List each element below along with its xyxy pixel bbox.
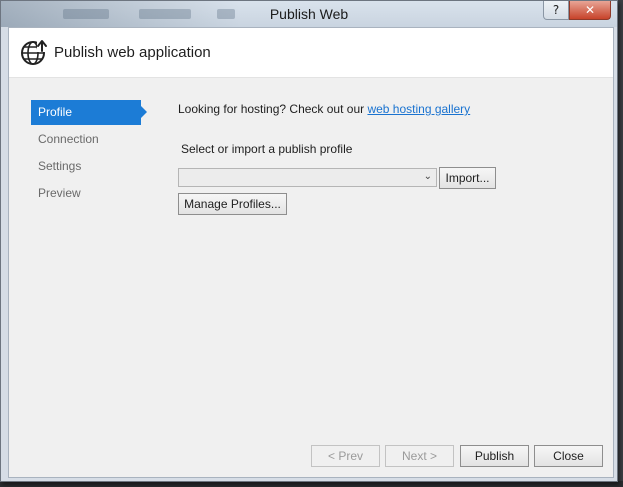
nav-item-preview[interactable]: Preview xyxy=(31,181,141,206)
publish-profile-dropdown[interactable]: ⌄ xyxy=(178,168,437,187)
window-title: Publish Web xyxy=(269,6,349,22)
dialog-client-area: Publish web application Profile Connecti… xyxy=(8,27,614,478)
chevron-down-icon: ⌄ xyxy=(423,171,432,182)
nav-item-settings[interactable]: Settings xyxy=(31,154,141,179)
prev-button[interactable]: < Prev xyxy=(311,445,380,467)
nav-item-connection[interactable]: Connection xyxy=(31,127,141,152)
caption-buttons: ? ✕ xyxy=(543,1,611,21)
title-bar[interactable]: Publish Web ? ✕ xyxy=(1,1,617,27)
import-button[interactable]: Import... xyxy=(439,167,496,189)
dialog-header: Publish web application xyxy=(9,28,613,78)
close-button[interactable]: Close xyxy=(534,445,603,467)
publish-button[interactable]: Publish xyxy=(460,445,529,467)
hosting-text: Looking for hosting? Check out our xyxy=(178,102,368,116)
next-button[interactable]: Next > xyxy=(385,445,454,467)
publish-web-dialog: Publish Web ? ✕ Publish web application … xyxy=(0,0,618,482)
page-title: Publish web application xyxy=(54,44,211,61)
hosting-line: Looking for hosting? Check out our web h… xyxy=(178,102,470,116)
manage-profiles-button[interactable]: Manage Profiles... xyxy=(178,193,287,215)
select-profile-label: Select or import a publish profile xyxy=(181,142,353,156)
nav-item-profile[interactable]: Profile xyxy=(31,100,147,125)
web-hosting-gallery-link[interactable]: web hosting gallery xyxy=(367,102,470,116)
help-button[interactable]: ? xyxy=(543,1,569,20)
close-window-button[interactable]: ✕ xyxy=(569,1,611,20)
globe-publish-icon xyxy=(21,40,47,65)
wizard-nav: Profile Connection Settings Preview xyxy=(31,100,151,208)
